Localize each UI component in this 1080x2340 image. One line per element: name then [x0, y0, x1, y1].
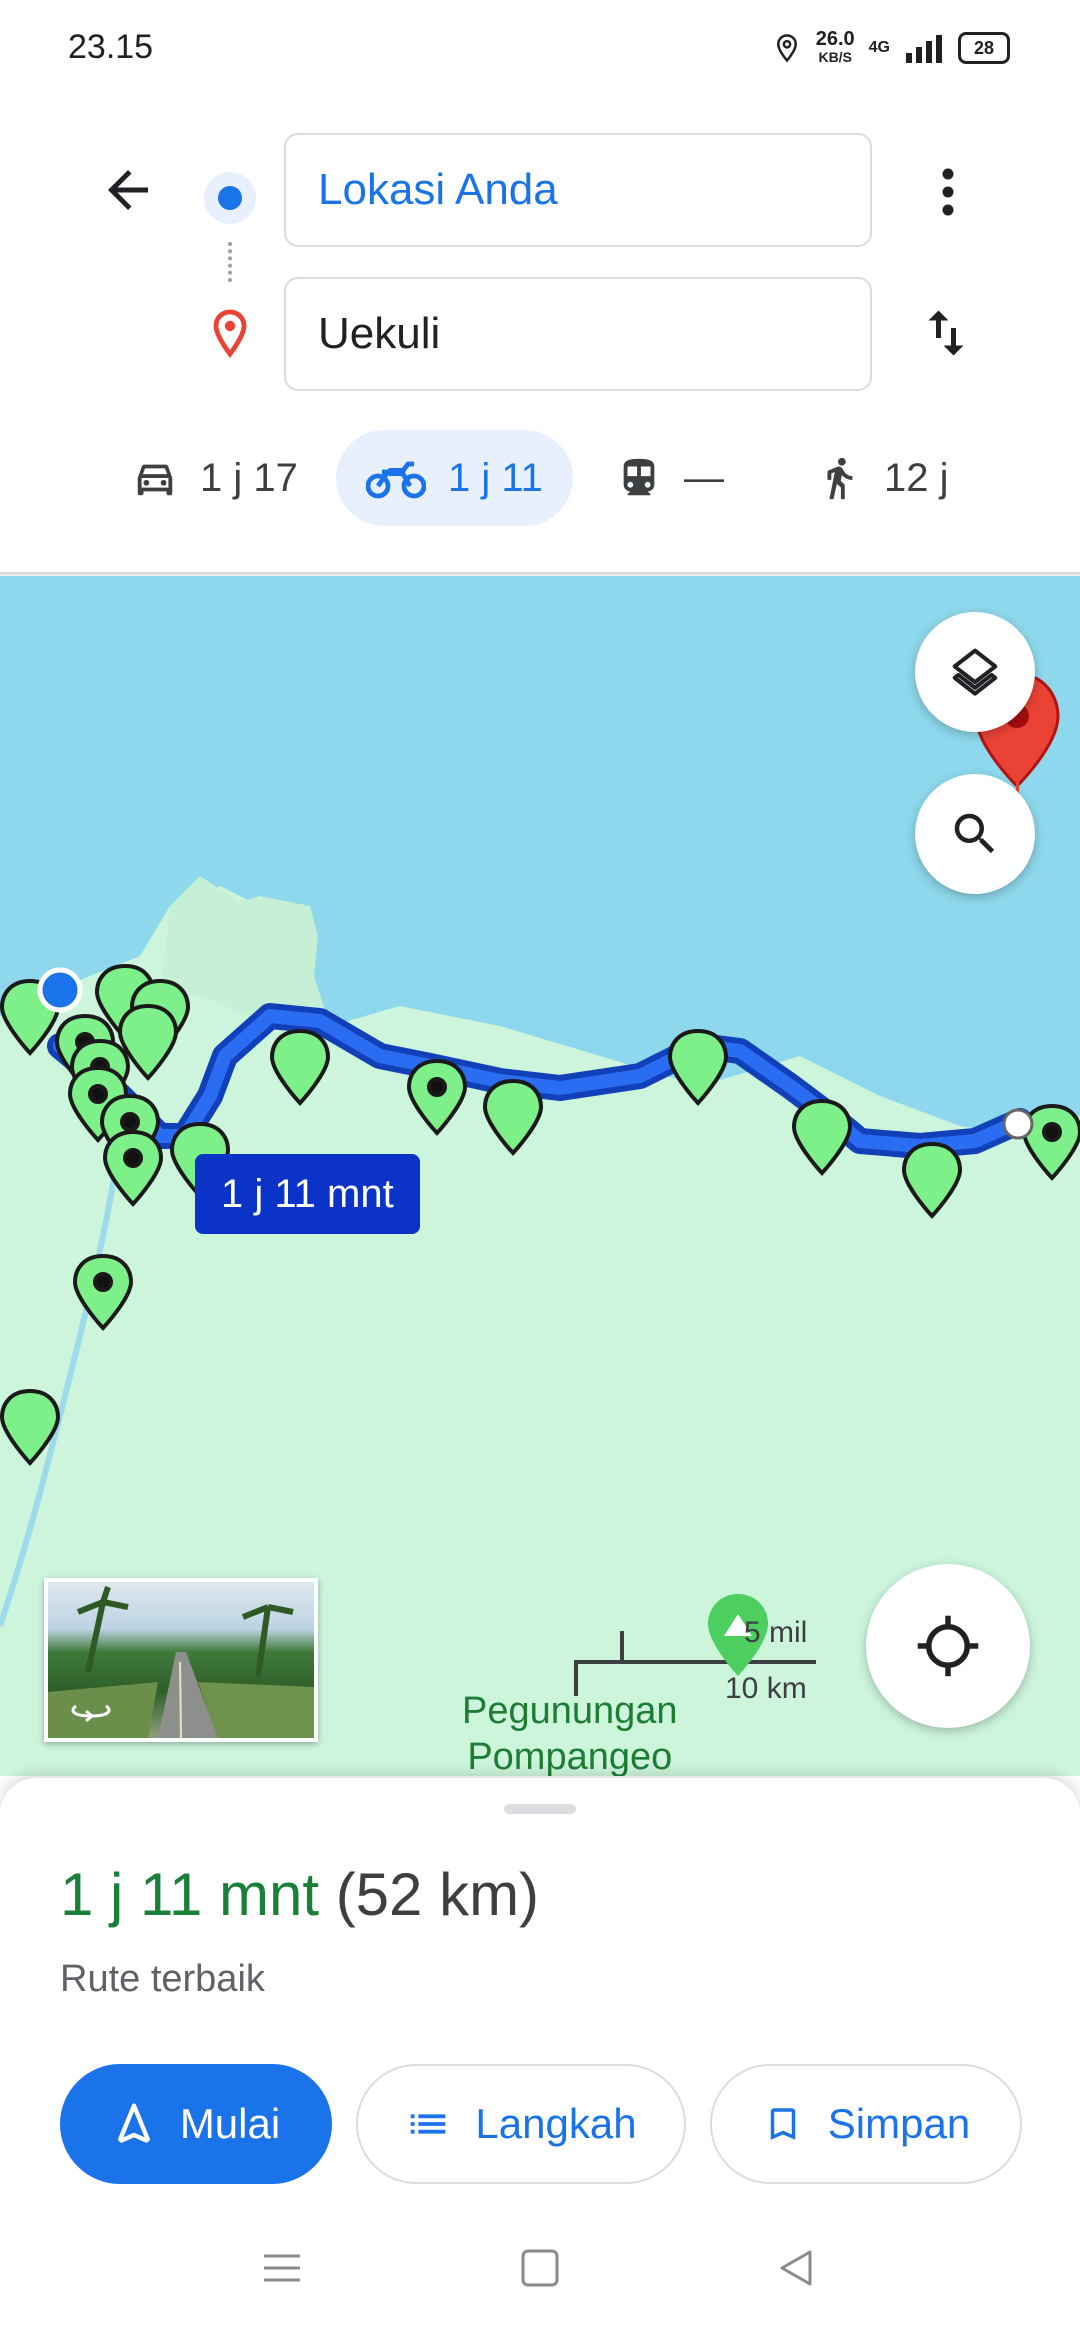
- bookmark-icon: [770, 2108, 796, 2140]
- more-options-button[interactable]: [920, 160, 976, 224]
- more-vert-icon: [942, 168, 954, 216]
- signal-icon: [906, 35, 942, 63]
- train-icon: [623, 458, 655, 496]
- network-type: 4G: [868, 39, 890, 56]
- map-view[interactable]: 1 j 11 mnt 5 mil 10 km Pegunungan Pompan…: [0, 576, 1080, 1776]
- swap-vert-icon: [928, 310, 964, 356]
- walk-icon: [827, 457, 853, 500]
- origin-input[interactable]: Lokasi Anda: [284, 133, 872, 247]
- mode-walking-time: 12 j: [884, 455, 949, 500]
- status-time: 23.15: [68, 28, 154, 66]
- origin-dot-icon: [204, 172, 256, 224]
- place-label-line1: Pegunungan: [462, 1690, 678, 1732]
- motorcycle-icon: [366, 461, 426, 499]
- place-label-line2: Pompangeo: [467, 1736, 673, 1776]
- street-view-thumbnail[interactable]: [44, 1578, 318, 1742]
- location-icon: [776, 34, 797, 63]
- destination-input[interactable]: Uekuli: [284, 277, 872, 391]
- my-location-button[interactable]: [866, 1564, 1030, 1728]
- swap-button[interactable]: [916, 300, 980, 370]
- search-map-button[interactable]: [915, 774, 1035, 894]
- nav-back-button[interactable]: [776, 2248, 816, 2293]
- start-button-label: Mulai: [179, 2100, 281, 2147]
- start-button[interactable]: Mulai: [60, 2064, 332, 2184]
- save-button-label: Simpan: [827, 2100, 971, 2147]
- list-icon: [411, 2114, 446, 2134]
- arrow-left-icon: [108, 170, 148, 210]
- crosshair-icon: [917, 1615, 979, 1677]
- route-duration: 1 j 11 mnt: [60, 1861, 320, 1928]
- steps-button-label: Langkah: [475, 2100, 637, 2147]
- mode-transit[interactable]: —: [616, 430, 724, 526]
- travel-modes: 1 j 17 1 j 11 — 12 j: [0, 430, 1080, 530]
- status-icons: 26.0 KB/S 4G 28: [772, 28, 1010, 68]
- back-triangle-icon: [780, 2250, 812, 2286]
- route-connector: [228, 242, 236, 282]
- network-speed: 26.0 KB/S: [815, 28, 855, 65]
- route-details-sheet: 1 j 11 mnt (52 km) Rute terbaik Mulai La…: [0, 1778, 1080, 2340]
- mode-driving[interactable]: 1 j 17: [132, 430, 298, 526]
- place-label[interactable]: Pegunungan Pompangeo: [462, 1688, 678, 1776]
- destination-pin-icon: [206, 308, 254, 365]
- layers-icon: [952, 648, 998, 696]
- mode-motorcycle-time: 1 j 11: [448, 455, 543, 500]
- search-icon: [954, 813, 995, 854]
- scale-miles: 5 mil: [744, 1616, 808, 1649]
- rotate-360-icon: [71, 1704, 111, 1722]
- battery-indicator: 28: [958, 32, 1010, 64]
- layers-button[interactable]: [915, 612, 1035, 732]
- save-button[interactable]: Simpan: [710, 2064, 1022, 2184]
- mode-motorcycle[interactable]: 1 j 11: [336, 430, 573, 526]
- route-summary: 1 j 11 mnt (52 km): [60, 1860, 539, 1929]
- sheet-drag-handle[interactable]: [504, 1804, 576, 1814]
- menu-icon: [264, 2254, 300, 2282]
- steps-button[interactable]: Langkah: [356, 2064, 686, 2184]
- nav-home-button[interactable]: [520, 2248, 560, 2293]
- car-icon: [137, 464, 173, 496]
- mode-walking[interactable]: 12 j: [816, 430, 949, 526]
- route-distance: (52 km): [335, 1861, 540, 1928]
- nav-menu-button[interactable]: [262, 2248, 302, 2293]
- route-time-label[interactable]: 1 j 11 mnt: [195, 1154, 420, 1234]
- mode-transit-time: —: [684, 455, 724, 500]
- route-subtitle: Rute terbaik: [60, 1958, 265, 2000]
- scale-km: 10 km: [725, 1672, 807, 1705]
- back-button[interactable]: [98, 160, 168, 230]
- navigation-arrow-icon: [117, 2103, 150, 2143]
- destination-marker: [974, 672, 1060, 1140]
- home-square-icon: [521, 2249, 559, 2287]
- current-location-dot: [37, 967, 83, 1013]
- mode-driving-time: 1 j 17: [200, 455, 298, 500]
